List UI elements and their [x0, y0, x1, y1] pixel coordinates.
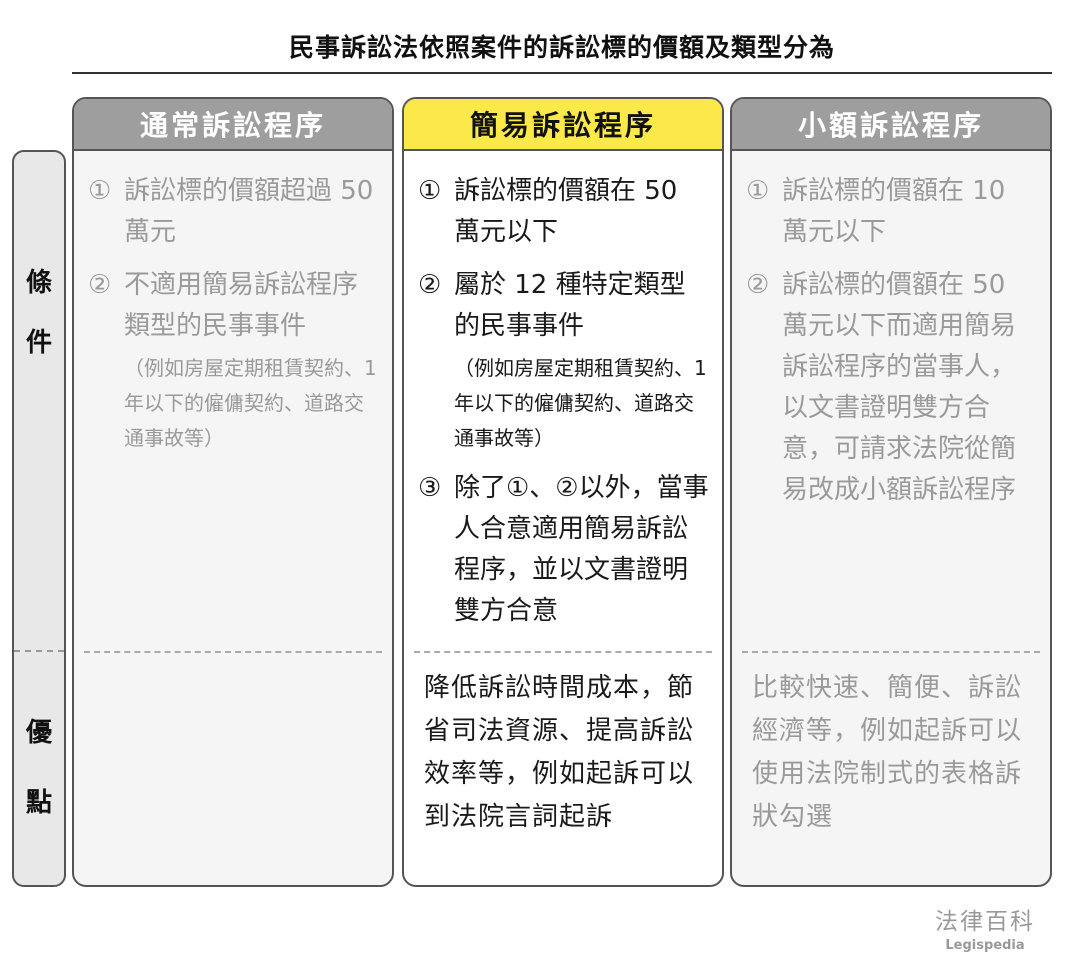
condition-text: 訴訟標的價額在 50 萬元以下而適用簡易訴訟程序的當事人，以文書證明雙方合意，可…: [782, 270, 1017, 505]
column-small-claims-procedure: 小額訴訟程序 ① 訴訟標的價額在 10 萬元以下 ② 訴訟標的價額在 50 萬元…: [730, 97, 1052, 887]
diagram-title: 民事訴訟法依照案件的訴訟標的價額及類型分為: [288, 33, 835, 62]
condition-item: ② 訴訟標的價額在 50 萬元以下而適用簡易訴訟程序的當事人，以文書證明雙方合意…: [746, 265, 1038, 511]
advantage-text: 降低訴訟時間成本，節省司法資源、提高訴訟效率等，例如起訴可以到法院言詞起訴: [424, 673, 695, 832]
condition-text: 除了①、②以外，當事人合意適用簡易訴訟程序，並以文書證明雙方合意: [454, 473, 709, 626]
item-number: ②: [88, 270, 112, 300]
condition-text: 不適用簡易訴訟程序類型的民事事件: [124, 270, 359, 341]
row-label-conditions-1: 條: [25, 268, 52, 298]
item-number: ②: [746, 270, 770, 300]
section-divider: [742, 651, 1040, 653]
section-divider: [84, 651, 382, 653]
column-ordinary-procedure: 通常訴訟程序 ① 訴訟標的價額超過 50 萬元 ② 不適用簡易訴訟程序類型的民事…: [72, 97, 394, 887]
condition-text: 訴訟標的價額在 50 萬元以下: [454, 176, 678, 247]
row-divider: [14, 650, 64, 652]
column-header: 通常訴訟程序: [74, 99, 392, 151]
column-simplified-procedure: 簡易訴訟程序 ① 訴訟標的價額在 50 萬元以下 ② 屬於 12 種特定類型的民…: [402, 97, 724, 887]
condition-note: （例如房屋定期租賃契約、1 年以下的僱傭契約、道路交通事故等）: [124, 356, 377, 450]
conditions-section: ① 訴訟標的價額在 10 萬元以下 ② 訴訟標的價額在 50 萬元以下而適用簡易…: [732, 153, 1050, 523]
condition-item: ① 訴訟標的價額在 50 萬元以下: [418, 171, 710, 253]
item-number: ①: [418, 176, 442, 206]
brand-name-en: Legispedia: [945, 938, 1025, 953]
item-number: ②: [418, 270, 442, 300]
column-header: 簡易訴訟程序: [404, 99, 722, 151]
conditions-section: ① 訴訟標的價額在 50 萬元以下 ② 屬於 12 種特定類型的民事事件 （例如…: [404, 153, 722, 644]
condition-text: 屬於 12 種特定類型的民事事件: [454, 270, 686, 341]
item-number: ①: [88, 176, 112, 206]
brand-logo: 法律百科 Legispedia: [935, 902, 1035, 953]
condition-text: 訴訟標的價額在 10 萬元以下: [782, 176, 1006, 247]
section-divider: [414, 651, 712, 653]
condition-item: ① 訴訟標的價額在 10 萬元以下: [746, 171, 1038, 253]
condition-item: ① 訴訟標的價額超過 50 萬元: [88, 171, 380, 253]
advantage-text: 比較快速、簡便、訴訟經濟等，例如起訴可以使用法院制式的表格訴狀勾選: [752, 673, 1023, 832]
column-header: 小額訴訟程序: [732, 99, 1050, 151]
condition-item: ② 不適用簡易訴訟程序類型的民事事件 （例如房屋定期租賃契約、1 年以下的僱傭契…: [88, 265, 380, 456]
item-number: ①: [746, 176, 770, 206]
conditions-section: ① 訴訟標的價額超過 50 萬元 ② 不適用簡易訴訟程序類型的民事事件 （例如房…: [74, 153, 392, 468]
brand-name: 法律百科: [935, 909, 1035, 935]
condition-item: ③ 除了①、②以外，當事人合意適用簡易訴訟程序，並以文書證明雙方合意: [418, 468, 710, 632]
item-number: ③: [418, 473, 442, 503]
row-label-advantages-1: 優: [25, 718, 52, 748]
row-label-bar: 條 件 優 點: [12, 150, 66, 887]
title-rule: [72, 72, 1052, 74]
condition-note: （例如房屋定期租賃契約、1 年以下的僱傭契約、道路交通事故等）: [454, 356, 707, 450]
condition-text: 訴訟標的價額超過 50 萬元: [124, 176, 374, 247]
row-label-conditions-2: 件: [25, 328, 52, 358]
row-label-advantages-2: 點: [25, 788, 52, 818]
condition-item: ② 屬於 12 種特定類型的民事事件 （例如房屋定期租賃契約、1 年以下的僱傭契…: [418, 265, 710, 456]
